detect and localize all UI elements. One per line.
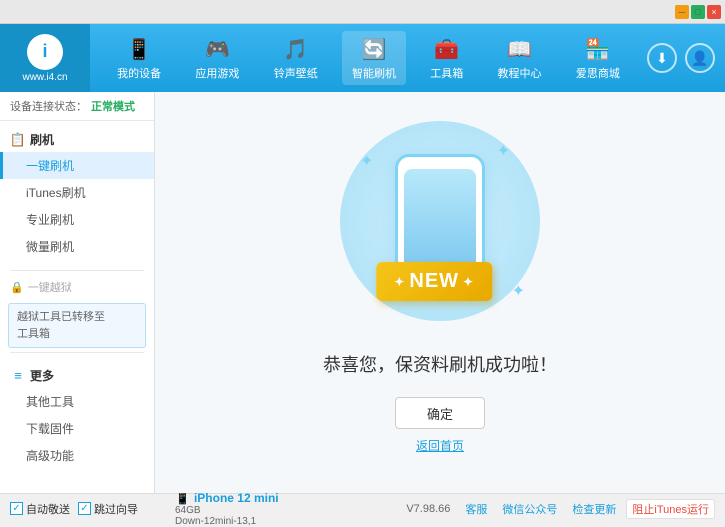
- maximize-button[interactable]: □: [691, 5, 705, 19]
- sidebar-divider-1: [10, 270, 144, 271]
- sidebar-item-advanced[interactable]: 高级功能: [0, 442, 154, 469]
- wechat-link[interactable]: 微信公众号: [502, 501, 557, 517]
- jailbreak-info-text: 越狱工具已转移至工具箱: [17, 311, 105, 340]
- nav-items: 📱 我的设备 🎮 应用游戏 🎵 铃声壁纸 🔄 智能刷机 🧰 工具箱 📖 教程中心…: [90, 24, 647, 92]
- success-text: 恭喜您，保资料刷机成功啦！: [323, 351, 557, 377]
- nav-label-toolbox: 工具箱: [430, 65, 463, 81]
- nav-label-apps-games: 应用游戏: [195, 65, 239, 81]
- nav-label-ringtone: 铃声壁纸: [274, 65, 318, 81]
- bottom-left: ✓ 自动敬送 ✓ 跳过向导: [10, 501, 170, 517]
- nav-item-shop[interactable]: 🏪 爱思商城: [566, 31, 630, 85]
- sidebar-item-pro-flash[interactable]: 专业刷机: [0, 206, 154, 233]
- skip-wizard-checkbox[interactable]: ✓ 跳过向导: [78, 501, 138, 517]
- sidebar-divider-2: [10, 352, 144, 353]
- auto-launch-label: 自动敬送: [26, 501, 70, 517]
- nav-label-shop: 爱思商城: [576, 65, 620, 81]
- device-info: 📱 iPhone 12 mini 64GB Down-12mini-13,1: [170, 491, 406, 527]
- nav-item-toolbox[interactable]: 🧰 工具箱: [420, 31, 473, 85]
- title-bar: ─ □ ×: [0, 0, 725, 24]
- tutorial-icon: 📖: [506, 35, 534, 63]
- skip-wizard-label: 跳过向导: [94, 501, 138, 517]
- nav-item-ringtone[interactable]: 🎵 铃声壁纸: [264, 31, 328, 85]
- sidebar-item-itunes-flash[interactable]: iTunes刷机: [0, 179, 154, 206]
- sidebar-item-download-firmware[interactable]: 下载固件: [0, 415, 154, 442]
- bottom-right: V7.98.66 客服 微信公众号 检查更新: [406, 501, 616, 517]
- jailbreak-info-box: 越狱工具已转移至工具箱: [8, 303, 146, 348]
- logo-icon: i: [27, 34, 63, 70]
- minimize-button[interactable]: ─: [675, 5, 689, 19]
- sidebar: 设备连接状态： 正常模式 📋 刷机 一键刷机 iTunes刷机 专业刷机 微量刷…: [0, 92, 155, 493]
- status-bar: 设备连接状态： 正常模式: [0, 92, 154, 121]
- main-area: 设备连接状态： 正常模式 📋 刷机 一键刷机 iTunes刷机 专业刷机 微量刷…: [0, 92, 725, 493]
- nav-right: ⬇ 👤: [647, 43, 725, 73]
- phone-screen: [404, 169, 476, 271]
- more-section-icon: ≡: [10, 368, 26, 384]
- sparkle-icon-2: ✦: [497, 141, 510, 161]
- nav-item-tutorial[interactable]: 📖 教程中心: [488, 31, 552, 85]
- sparkle-icon-3: ✦: [512, 281, 525, 301]
- flash-section: 📋 刷机 一键刷机 iTunes刷机 专业刷机 微量刷机: [0, 121, 154, 266]
- bottom-bar: ✓ 自动敬送 ✓ 跳过向导 📱 iPhone 12 mini 64GB Down…: [0, 493, 725, 523]
- success-illustration: ✦ ✦ ✦ NEW: [340, 131, 540, 331]
- user-button[interactable]: 👤: [685, 43, 715, 73]
- sparkle-icon-1: ✦: [360, 151, 373, 171]
- support-link[interactable]: 客服: [465, 501, 487, 517]
- more-section: ≡ 更多 其他工具 下载固件 高级功能: [0, 357, 154, 475]
- nav-label-tutorial: 教程中心: [498, 65, 542, 81]
- return-link[interactable]: 返回首页: [416, 437, 464, 454]
- shop-icon: 🏪: [584, 35, 612, 63]
- sidebar-item-one-click-flash[interactable]: 一键刷机: [0, 152, 154, 179]
- device-storage: 64GB: [175, 505, 406, 516]
- content-area: ✦ ✦ ✦ NEW 恭喜您，保资料刷机成功啦！ 确定 返回首页: [155, 92, 725, 493]
- more-section-label: 更多: [30, 367, 54, 384]
- logo-subtext: www.i4.cn: [22, 72, 67, 83]
- one-click-jailbreak-grayed: 🔒 一键越狱: [0, 275, 154, 299]
- my-device-icon: 📱: [125, 35, 153, 63]
- nav-item-apps-games[interactable]: 🎮 应用游戏: [185, 31, 249, 85]
- nav-item-my-device[interactable]: 📱 我的设备: [107, 31, 171, 85]
- more-section-header: ≡ 更多: [0, 363, 154, 388]
- ringtone-icon: 🎵: [282, 35, 310, 63]
- flash-section-icon: 📋: [10, 132, 26, 148]
- nav-label-my-device: 我的设备: [117, 65, 161, 81]
- status-label: 设备连接状态：: [10, 98, 87, 114]
- device-model: Down-12mini-13,1: [175, 516, 406, 527]
- logo-area[interactable]: i www.i4.cn: [0, 24, 90, 92]
- skip-wizard-check-icon: ✓: [78, 502, 91, 515]
- version-text: V7.98.66: [406, 503, 450, 515]
- close-button[interactable]: ×: [707, 5, 721, 19]
- jailbreak-label: 一键越狱: [28, 279, 72, 295]
- sidebar-item-other-tools[interactable]: 其他工具: [0, 388, 154, 415]
- toolbox-icon: 🧰: [433, 35, 461, 63]
- sidebar-item-micro-flash[interactable]: 微量刷机: [0, 233, 154, 260]
- top-nav: i www.i4.cn 📱 我的设备 🎮 应用游戏 🎵 铃声壁纸 🔄 智能刷机 …: [0, 24, 725, 92]
- stop-itunes-button[interactable]: 阻止iTunes运行: [626, 499, 715, 519]
- nav-item-smart-flash[interactable]: 🔄 智能刷机: [342, 31, 406, 85]
- flash-section-header: 📋 刷机: [0, 127, 154, 152]
- confirm-button[interactable]: 确定: [395, 397, 485, 429]
- status-value: 正常模式: [91, 98, 135, 114]
- download-button[interactable]: ⬇: [647, 43, 677, 73]
- auto-launch-check-icon: ✓: [10, 502, 23, 515]
- auto-launch-checkbox[interactable]: ✓ 自动敬送: [10, 501, 70, 517]
- check-update-link[interactable]: 检查更新: [572, 501, 616, 517]
- apps-games-icon: 🎮: [203, 35, 231, 63]
- new-badge: NEW: [376, 262, 492, 301]
- flash-section-label: 刷机: [30, 131, 54, 148]
- nav-label-smart-flash: 智能刷机: [352, 65, 396, 81]
- smart-flash-icon: 🔄: [360, 35, 388, 63]
